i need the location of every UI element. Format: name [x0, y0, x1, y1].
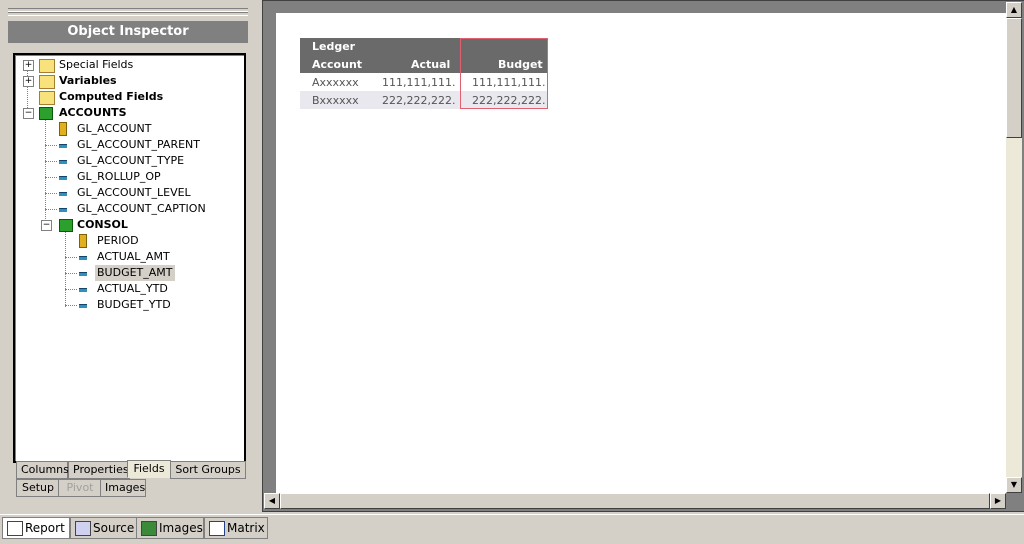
tree-connector	[45, 145, 57, 146]
tree-node-label: Computed Fields	[59, 90, 164, 103]
collapse-icon[interactable]: −	[41, 220, 52, 231]
table-icon	[39, 107, 53, 120]
tree-node-label: GL_ACCOUNT_TYPE	[77, 154, 185, 167]
budget-column-selection[interactable]	[460, 38, 548, 109]
cell-account: Bxxxxxx	[312, 94, 359, 107]
vertical-scroll-thumb[interactable]	[1006, 18, 1022, 138]
tab-properties[interactable]: Properties	[68, 461, 130, 479]
folder-icon	[39, 59, 55, 73]
field-icon	[59, 192, 67, 196]
scroll-down-icon[interactable]: ▼	[1006, 477, 1022, 493]
tree-node-label: GL_ROLLUP_OP	[77, 170, 161, 183]
field-icon	[59, 176, 67, 180]
tree-node-label: Variables	[59, 74, 117, 87]
tree-connector	[65, 231, 66, 307]
horizontal-scroll-thumb[interactable]	[280, 493, 990, 509]
tree-node-label: ACTUAL_AMT	[97, 250, 170, 263]
scroll-left-icon[interactable]: ◀	[264, 493, 280, 509]
tab-fields[interactable]: Fields	[127, 460, 171, 478]
tab-label: Source	[93, 521, 135, 535]
field-icon	[79, 304, 87, 308]
tree-connector	[65, 257, 77, 258]
panel-grip[interactable]	[8, 12, 248, 16]
tab-setup[interactable]: Setup	[16, 479, 60, 497]
folder-icon	[39, 91, 55, 105]
field-icon	[79, 272, 87, 276]
tab-pivot: Pivot	[58, 479, 102, 497]
field-icon	[59, 144, 67, 148]
tree-connector	[65, 273, 77, 274]
tab-matrix[interactable]: Matrix	[204, 517, 268, 539]
tree-node-label: GL_ACCOUNT_PARENT	[77, 138, 200, 151]
tree-connector	[45, 177, 57, 178]
tab-label: Images	[159, 521, 203, 535]
tree-connector	[45, 209, 57, 210]
tree-connector	[65, 289, 77, 290]
tree-connector	[45, 161, 57, 162]
horizontal-scrollbar[interactable]: ◀ ▶	[264, 493, 1006, 509]
tree-node-label: Special Fields	[59, 58, 134, 71]
expand-icon[interactable]: +	[23, 76, 34, 87]
tree-connector	[45, 119, 46, 227]
report-icon	[7, 521, 23, 536]
cell-account: Axxxxxx	[312, 76, 359, 89]
tab-source[interactable]: Source	[70, 517, 138, 539]
field-icon	[79, 288, 87, 292]
tab-images[interactable]: Images	[100, 479, 146, 497]
tab-columns[interactable]: Columns	[16, 461, 69, 479]
tree-node-label: BUDGET_AMT	[95, 265, 175, 281]
field-icon	[59, 160, 67, 164]
field-icon	[59, 208, 67, 212]
tree-node-label: GL_ACCOUNT_LEVEL	[77, 186, 191, 199]
matrix-icon	[209, 521, 225, 536]
field-tree: + Special Fields + Variables Computed Fi…	[13, 53, 246, 463]
header-account: Account	[312, 58, 363, 71]
object-inspector-panel: Object Inspector + Special Fields + Vari…	[0, 0, 254, 508]
tree-node-label: GL_ACCOUNT_CAPTION	[77, 202, 206, 215]
collapse-icon[interactable]: −	[23, 108, 34, 119]
panel-title: Object Inspector	[8, 21, 248, 43]
table-icon	[59, 219, 73, 232]
key-icon	[59, 122, 67, 136]
tree-node-label: CONSOL	[77, 218, 128, 231]
key-icon	[79, 234, 87, 248]
cell-actual: 111,111,111.	[382, 76, 456, 89]
tree-connector	[45, 193, 57, 194]
tab-label: Matrix	[227, 521, 265, 535]
tree-node-label: ACCOUNTS	[59, 106, 127, 119]
tree-node-label: PERIOD	[97, 234, 139, 247]
cell-actual: 222,222,222.	[382, 94, 456, 107]
tab-report[interactable]: Report	[2, 517, 70, 539]
source-icon	[75, 521, 91, 536]
vertical-scrollbar[interactable]: ▲ ▼	[1006, 2, 1022, 493]
tree-connector	[65, 305, 77, 306]
scroll-up-icon[interactable]: ▲	[1006, 2, 1022, 18]
image-icon	[141, 521, 157, 536]
tab-images-view[interactable]: Images	[136, 517, 204, 539]
header-actual: Actual	[411, 58, 451, 71]
tree-node-label: ACTUAL_YTD	[97, 282, 168, 295]
tree-node-label: BUDGET_YTD	[97, 298, 171, 311]
expand-icon[interactable]: +	[23, 60, 34, 71]
scroll-right-icon[interactable]: ▶	[990, 493, 1006, 509]
tree-node-label: GL_ACCOUNT	[77, 122, 152, 135]
folder-icon	[39, 75, 55, 89]
header-ledger: Ledger	[312, 40, 356, 53]
tab-label: Report	[25, 521, 65, 535]
field-icon	[79, 256, 87, 260]
tab-sort-groups[interactable]: Sort Groups	[170, 461, 246, 479]
